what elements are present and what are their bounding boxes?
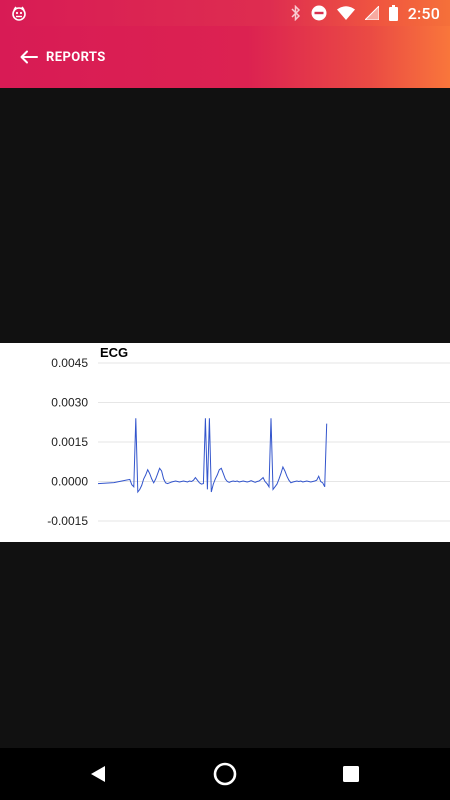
- status-time: 2:50: [407, 3, 440, 23]
- home-circle-icon: [213, 762, 237, 786]
- navigation-bar: [0, 748, 450, 800]
- back-button[interactable]: REPORTS: [20, 39, 106, 75]
- wifi-icon: [336, 6, 355, 20]
- y-tick-label: 0.0000: [51, 475, 88, 489]
- app-bar: REPORTS: [0, 26, 450, 88]
- page-title: REPORTS: [46, 49, 106, 65]
- ecg-chart: 0.0045 0.0030 0.0015 0.0000 -0.0015 ECG: [0, 343, 450, 542]
- arrow-back-icon: [20, 50, 38, 64]
- app-notification-icon: [12, 6, 26, 21]
- recents-square-icon: [343, 766, 359, 782]
- status-bar: 2:50: [0, 0, 450, 26]
- ecg-series-line: [97, 418, 328, 494]
- battery-icon: [388, 5, 398, 21]
- back-triangle-icon: [91, 766, 105, 782]
- cell-signal-icon: [364, 6, 379, 20]
- ecg-chart-svg: 0.0045 0.0030 0.0015 0.0000 -0.0015 ECG: [47, 345, 450, 528]
- do-not-disturb-icon: [311, 5, 327, 21]
- y-tick-label: 0.0015: [51, 435, 88, 449]
- y-tick-label: 0.0045: [51, 356, 88, 370]
- nav-back-button[interactable]: [68, 748, 128, 800]
- nav-recents-button[interactable]: [321, 748, 381, 800]
- nav-home-button[interactable]: [195, 748, 255, 800]
- empty-content-area-bottom: [0, 542, 450, 748]
- chart-title: ECG: [100, 345, 128, 360]
- y-tick-label: 0.0030: [51, 396, 88, 410]
- bluetooth-icon: [291, 5, 300, 21]
- y-tick-label: -0.0015: [47, 514, 88, 528]
- empty-content-area-top: [0, 88, 450, 343]
